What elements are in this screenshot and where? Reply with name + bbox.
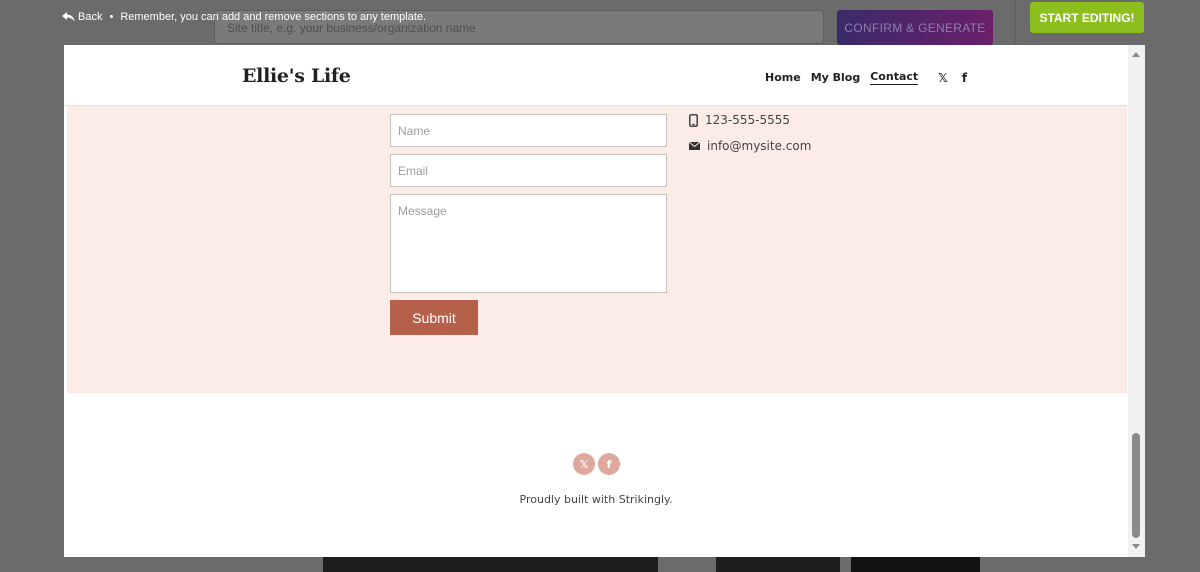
preview-scrollbar[interactable] bbox=[1128, 45, 1145, 557]
email-placeholder: Email bbox=[398, 164, 429, 178]
confirm-generate-button: CONFIRM & GENERATE bbox=[837, 10, 993, 45]
phone-number: 123-555-5555 bbox=[705, 113, 791, 127]
background-thumbnail-right bbox=[851, 557, 980, 572]
background-thumbnail-left bbox=[323, 557, 658, 572]
template-message: Remember, you can add and remove section… bbox=[120, 11, 427, 23]
site-nav: Home My Blog Contact 𝕏 f bbox=[765, 70, 981, 85]
footer-social: 𝕏 f bbox=[573, 453, 623, 475]
site-header: Ellie's Life Home My Blog Contact 𝕏 f bbox=[64, 45, 1128, 106]
name-placeholder: Name bbox=[398, 124, 431, 138]
contact-section: Name Email Message Submit 123-555-5555 i… bbox=[67, 106, 1127, 393]
footer-credit[interactable]: Proudly built with Strikingly. bbox=[64, 493, 1128, 506]
message-textarea[interactable]: Message bbox=[390, 194, 667, 293]
x-icon[interactable]: 𝕏 bbox=[573, 453, 595, 475]
site-logo[interactable]: Ellie's Life bbox=[242, 65, 351, 87]
scroll-up-icon[interactable] bbox=[1132, 52, 1140, 57]
message-placeholder: Message bbox=[398, 204, 447, 218]
start-editing-button[interactable]: START EDITING! bbox=[1030, 2, 1144, 33]
nav-my-blog[interactable]: My Blog bbox=[811, 71, 861, 84]
name-input[interactable]: Name bbox=[390, 114, 667, 147]
phone-icon bbox=[689, 113, 698, 127]
scrollbar-thumb[interactable] bbox=[1132, 433, 1140, 538]
submit-button[interactable]: Submit bbox=[390, 300, 478, 335]
envelope-icon bbox=[689, 142, 700, 150]
back-button[interactable]: Back bbox=[62, 11, 102, 23]
nav-contact[interactable]: Contact bbox=[870, 70, 919, 85]
header-social: 𝕏 f bbox=[938, 71, 981, 85]
facebook-icon[interactable]: f bbox=[962, 71, 967, 85]
background-thumbnail-mid bbox=[716, 557, 840, 572]
site-title-placeholder: Site title, e.g. your business/organizat… bbox=[227, 21, 476, 35]
back-label: Back bbox=[78, 11, 103, 23]
divider bbox=[1015, 0, 1016, 45]
phone-info: 123-555-5555 bbox=[689, 113, 790, 127]
top-bar: Back • Remember, you can add and remove … bbox=[62, 11, 426, 23]
back-arrow-icon bbox=[62, 12, 75, 22]
separator-dot: • bbox=[109, 11, 114, 23]
email-input[interactable]: Email bbox=[390, 154, 667, 187]
facebook-icon[interactable]: f bbox=[598, 453, 620, 475]
x-icon[interactable]: 𝕏 bbox=[938, 71, 948, 85]
template-preview: Ellie's Life Home My Blog Contact 𝕏 f Na… bbox=[64, 45, 1145, 557]
email-address[interactable]: info@mysite.com bbox=[707, 139, 811, 153]
nav-home[interactable]: Home bbox=[765, 71, 801, 84]
email-info: info@mysite.com bbox=[689, 139, 811, 153]
scroll-down-icon[interactable] bbox=[1132, 544, 1140, 549]
